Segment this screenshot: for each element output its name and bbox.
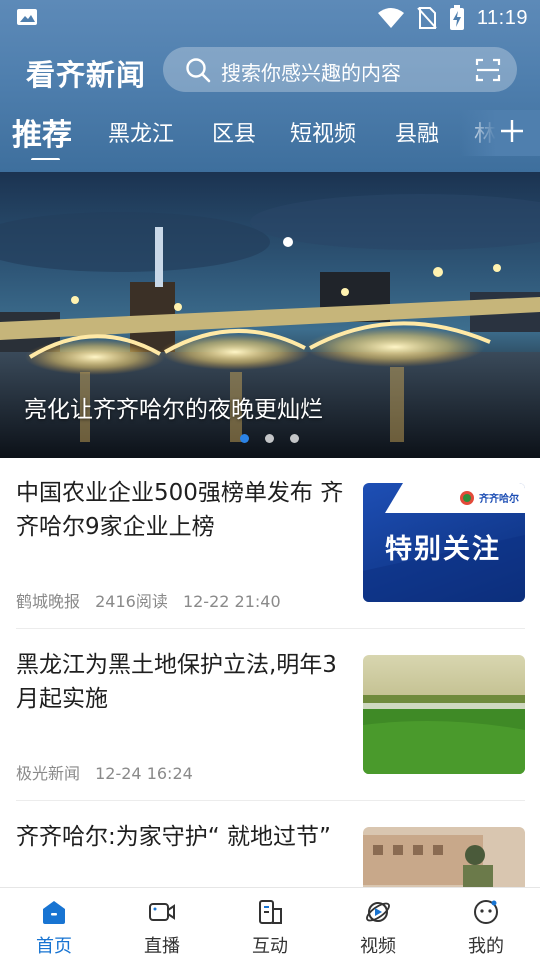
add-channel-icon[interactable]: [500, 119, 524, 143]
news-item[interactable]: 黑龙江为黑土地保护立法,明年3月起实施 极光新闻 12-24 16:24: [16, 648, 525, 783]
carousel-dots: [240, 434, 299, 443]
news-title: 齐齐哈尔:为家守护“ 就地过节”: [16, 824, 331, 850]
tab-indicator: [31, 158, 60, 160]
news-meta: 鹤城晚报 2416阅读 12-22 21:40: [16, 588, 291, 612]
video-camera-icon: [149, 903, 175, 921]
banner-caption: 亮化让齐齐哈尔的夜晚更灿烂: [24, 397, 323, 423]
carousel-dot: [290, 434, 299, 443]
tab-county-media[interactable]: 县融: [395, 116, 439, 148]
news-time: 12-24 16:24: [95, 764, 193, 783]
bottom-navigation: 首页 直播 互动 视频 我的: [0, 887, 540, 960]
nav-profile[interactable]: 我的: [432, 888, 540, 960]
news-time: 12-22 21:40: [182, 592, 281, 611]
scan-icon[interactable]: [475, 57, 501, 83]
wifi-icon: [377, 8, 404, 28]
news-thumbnail: [363, 827, 525, 887]
status-time: 11:19: [476, 6, 528, 29]
nav-interact[interactable]: 互动: [216, 888, 324, 960]
nav-video[interactable]: 视频: [324, 888, 432, 960]
carousel-dot: [265, 434, 274, 443]
tab-recommend[interactable]: 推荐: [12, 110, 72, 154]
divider: [16, 628, 525, 629]
nav-label: 视频: [360, 936, 396, 957]
nav-label: 我的: [468, 936, 504, 957]
image-icon: [17, 9, 37, 25]
nav-home[interactable]: 首页: [0, 888, 108, 960]
buildings-icon: [259, 900, 282, 924]
news-title: 中国农业企业500强榜单发布 齐齐哈尔9家企业上榜: [16, 480, 344, 540]
search-bar[interactable]: 搜索你感兴趣的内容: [163, 47, 517, 92]
nav-live[interactable]: 直播: [108, 888, 216, 960]
search-placeholder: 搜索你感兴趣的内容: [221, 61, 401, 85]
channel-tabs: 推荐 黑龙江 区县 短视频 县融 林: [0, 110, 540, 160]
nav-label: 直播: [144, 936, 180, 957]
play-orbit-icon: [366, 902, 390, 922]
thumbnail-text: 特别关注: [385, 534, 501, 565]
news-meta: 极光新闻 12-24 16:24: [16, 760, 203, 784]
banner-carousel[interactable]: 亮化让齐齐哈尔的夜晚更灿烂: [0, 172, 540, 458]
news-reads: 2416阅读: [95, 592, 168, 611]
news-thumbnail: 齐齐哈尔 特别关注: [363, 483, 525, 602]
battery-charging-icon: [449, 5, 464, 30]
thumbnail-graphic: [363, 827, 525, 887]
face-icon: [474, 900, 498, 924]
search-icon: [186, 58, 211, 83]
news-item[interactable]: 中国农业企业500强榜单发布 齐齐哈尔9家企业上榜 鹤城晚报 2416阅读 12…: [16, 476, 525, 611]
tab-short-video[interactable]: 短视频: [290, 116, 356, 148]
news-item[interactable]: 齐齐哈尔:为家守护“ 就地过节”: [16, 820, 525, 887]
divider: [16, 800, 525, 801]
nav-label: 首页: [36, 936, 72, 957]
news-source: 鹤城晚报: [16, 592, 81, 611]
tab-heilongjiang[interactable]: 黑龙江: [108, 116, 174, 148]
carousel-dot-active: [240, 434, 249, 443]
thumbnail-graphic: [363, 655, 525, 774]
status-bar: 11:19: [0, 0, 540, 36]
no-sim-icon: [417, 7, 437, 29]
news-source: 极光新闻: [16, 764, 81, 783]
thumbnail-logo: 齐齐哈尔: [479, 494, 519, 505]
app-logo[interactable]: 看齐新闻: [26, 52, 146, 94]
news-thumbnail: [363, 655, 525, 774]
nav-label: 互动: [252, 936, 288, 957]
news-title: 黑龙江为黑土地保护立法,明年3月起实施: [16, 652, 337, 712]
home-icon: [43, 901, 65, 924]
tab-districts[interactable]: 区县: [212, 116, 256, 148]
